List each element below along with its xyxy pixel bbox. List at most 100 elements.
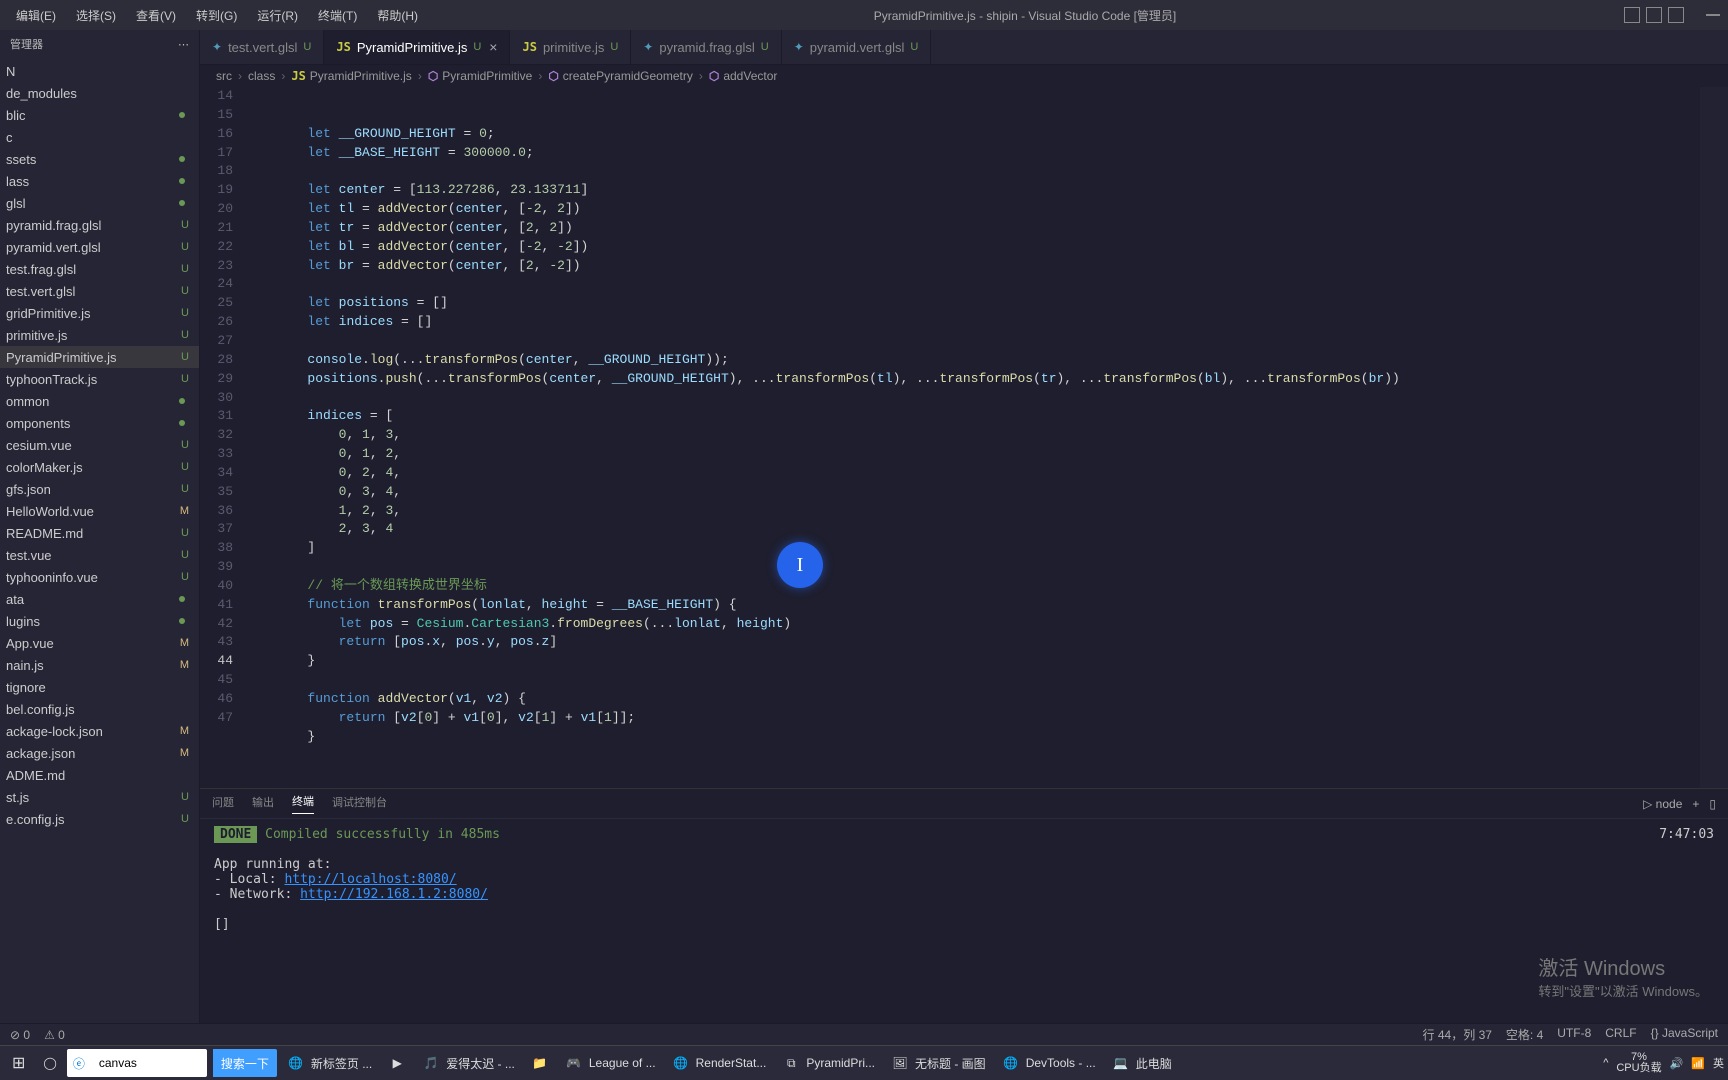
code-content[interactable]: let __GROUND_HEIGHT = 0; let __BASE_HEIG… bbox=[245, 87, 1728, 788]
editor-tab[interactable]: ✦pyramid.frag.glslU bbox=[631, 30, 781, 64]
menu-item[interactable]: 编辑(E) bbox=[8, 3, 64, 28]
file-tree-item[interactable]: test.vueU bbox=[0, 544, 199, 566]
file-tree-item[interactable]: blic bbox=[0, 104, 199, 126]
menu-item[interactable]: 运行(R) bbox=[249, 3, 306, 28]
warnings-count[interactable]: ⚠ 0 bbox=[44, 1028, 65, 1042]
editor-tab[interactable]: JSPyramidPrimitive.jsU× bbox=[324, 30, 510, 64]
taskbar-app[interactable]: 📁 bbox=[523, 1048, 557, 1078]
file-tree-item[interactable]: e.config.jsU bbox=[0, 808, 199, 830]
tray-icon[interactable]: 📶 bbox=[1691, 1057, 1705, 1070]
encoding[interactable]: UTF-8 bbox=[1557, 1026, 1591, 1043]
start-button[interactable]: ⊞ bbox=[4, 1048, 33, 1078]
file-tree-item[interactable]: gfs.jsonU bbox=[0, 478, 199, 500]
menu-item[interactable]: 查看(V) bbox=[128, 3, 184, 28]
menu-item[interactable]: 选择(S) bbox=[68, 3, 124, 28]
layout-icon[interactable] bbox=[1646, 7, 1662, 23]
file-tree-item[interactable]: README.mdU bbox=[0, 522, 199, 544]
taskbar-app[interactable]: ⧉PyramidPri... bbox=[774, 1048, 883, 1078]
file-tree-item[interactable]: de_modules bbox=[0, 82, 199, 104]
editor-tab[interactable]: JSprimitive.jsU bbox=[510, 30, 631, 64]
file-tree-item[interactable]: gridPrimitive.jsU bbox=[0, 302, 199, 324]
panel-tab[interactable]: 问题 bbox=[212, 794, 234, 814]
editor-tab[interactable]: ✦test.vert.glslU bbox=[200, 30, 324, 64]
file-tree-item[interactable]: colorMaker.jsU bbox=[0, 456, 199, 478]
panel-tab[interactable]: 终端 bbox=[292, 793, 314, 814]
panel-tab[interactable]: 调试控制台 bbox=[332, 794, 387, 814]
cortana-icon[interactable]: ◯ bbox=[35, 1048, 64, 1078]
errors-count[interactable]: ⊘ 0 bbox=[10, 1028, 30, 1042]
language-mode[interactable]: {} JavaScript bbox=[1651, 1026, 1718, 1043]
file-tree-item[interactable]: lass bbox=[0, 170, 199, 192]
search-button[interactable]: 搜索一下 bbox=[213, 1049, 277, 1077]
file-tree-item[interactable]: omponents bbox=[0, 412, 199, 434]
local-url[interactable]: http://localhost:8080/ bbox=[284, 872, 456, 887]
taskbar-app[interactable]: 🖼无标题 - 画图 bbox=[883, 1048, 994, 1078]
tray-icon[interactable]: 🔊 bbox=[1670, 1057, 1684, 1070]
taskbar-app[interactable]: 💻此电脑 bbox=[1104, 1048, 1180, 1078]
file-tree-item[interactable]: pyramid.frag.glslU bbox=[0, 214, 199, 236]
file-tree-item[interactable]: ssets bbox=[0, 148, 199, 170]
breadcrumb-item[interactable]: addVector bbox=[723, 69, 777, 83]
layout-icon[interactable] bbox=[1668, 7, 1684, 23]
file-tree-item[interactable]: ADME.md bbox=[0, 764, 199, 786]
ime-indicator[interactable]: 英 bbox=[1713, 1055, 1724, 1071]
file-tree-item[interactable]: ommon bbox=[0, 390, 199, 412]
taskbar-app[interactable]: 🌐新标签页 ... bbox=[279, 1048, 380, 1078]
taskbar-app[interactable]: 🌐DevTools - ... bbox=[994, 1048, 1104, 1078]
file-tree-item[interactable]: c bbox=[0, 126, 199, 148]
breadcrumb-item[interactable]: PyramidPrimitive.js bbox=[310, 69, 412, 83]
file-tree-item[interactable]: App.vueM bbox=[0, 632, 199, 654]
file-tree-item[interactable]: tignore bbox=[0, 676, 199, 698]
breadcrumb-item[interactable]: src bbox=[216, 69, 232, 83]
breadcrumb-item[interactable]: class bbox=[248, 69, 275, 83]
file-tree-item[interactable]: PyramidPrimitive.jsU bbox=[0, 346, 199, 368]
file-tree-item[interactable]: typhooninfo.vueU bbox=[0, 566, 199, 588]
search-box-container: ⓔ 搜索一下 bbox=[67, 1048, 277, 1078]
menu-item[interactable]: 终端(T) bbox=[310, 3, 365, 28]
taskbar-app[interactable]: 🌐RenderStat... bbox=[664, 1048, 775, 1078]
close-tab-icon[interactable]: × bbox=[487, 39, 497, 55]
file-tree-item[interactable]: bel.config.js bbox=[0, 698, 199, 720]
add-terminal-icon[interactable]: + bbox=[1692, 797, 1699, 811]
file-tree-item[interactable]: lugins bbox=[0, 610, 199, 632]
taskbar-app[interactable]: ▶ bbox=[380, 1048, 414, 1078]
layout-icon[interactable] bbox=[1624, 7, 1640, 23]
file-tree-item[interactable]: primitive.jsU bbox=[0, 324, 199, 346]
minimize-icon[interactable] bbox=[1706, 14, 1720, 16]
file-tree-item[interactable]: HelloWorld.vueM bbox=[0, 500, 199, 522]
file-tree-item[interactable]: typhoonTrack.jsU bbox=[0, 368, 199, 390]
breadcrumb-item[interactable]: createPyramidGeometry bbox=[563, 69, 693, 83]
file-tree-item[interactable]: nain.jsM bbox=[0, 654, 199, 676]
taskbar-app[interactable]: 🎮League of ... bbox=[557, 1048, 664, 1078]
editor-tab[interactable]: ✦pyramid.vert.glslU bbox=[782, 30, 932, 64]
file-tree-item[interactable]: test.frag.glslU bbox=[0, 258, 199, 280]
file-tree-item[interactable]: glsl bbox=[0, 192, 199, 214]
file-tree-item[interactable]: ata bbox=[0, 588, 199, 610]
split-terminal-icon[interactable]: ▯ bbox=[1709, 797, 1716, 811]
terminal-dropdown[interactable]: ▷ node bbox=[1643, 797, 1682, 811]
network-url[interactable]: http://192.168.1.2:8080/ bbox=[300, 887, 488, 902]
code-editor[interactable]: 1415161718192021222324252627282930313233… bbox=[200, 87, 1728, 788]
file-tree-item[interactable]: ackage-lock.jsonM bbox=[0, 720, 199, 742]
menu-item[interactable]: 帮助(H) bbox=[369, 3, 426, 28]
tray-up-icon[interactable]: ^ bbox=[1603, 1057, 1608, 1069]
more-icon[interactable]: ⋯ bbox=[178, 38, 189, 51]
terminal-output[interactable]: DONE Compiled successfully in 485ms 7:47… bbox=[200, 819, 1728, 1023]
indent-setting[interactable]: 空格: 4 bbox=[1506, 1026, 1543, 1043]
minimap[interactable] bbox=[1700, 87, 1728, 788]
eol[interactable]: CRLF bbox=[1605, 1026, 1636, 1043]
file-tree-item[interactable]: st.jsU bbox=[0, 786, 199, 808]
breadcrumb-item[interactable]: PyramidPrimitive bbox=[442, 69, 532, 83]
file-tree-item[interactable]: test.vert.glslU bbox=[0, 280, 199, 302]
system-tray[interactable]: ^ 7% CPU负载 🔊 📶 英 bbox=[1603, 1052, 1724, 1074]
file-tree-item[interactable]: cesium.vueU bbox=[0, 434, 199, 456]
menu-item[interactable]: 转到(G) bbox=[188, 3, 245, 28]
taskbar-app[interactable]: 🎵爱得太迟 - ... bbox=[414, 1048, 523, 1078]
file-tree-item[interactable]: ackage.jsonM bbox=[0, 742, 199, 764]
window-title: PyramidPrimitive.js - shipin - Visual St… bbox=[426, 7, 1624, 24]
file-tree-item[interactable]: N bbox=[0, 60, 199, 82]
panel-tab[interactable]: 输出 bbox=[252, 794, 274, 814]
cursor-position[interactable]: 行 44，列 37 bbox=[1423, 1026, 1492, 1043]
file-tree-item[interactable]: pyramid.vert.glslU bbox=[0, 236, 199, 258]
breadcrumbs[interactable]: src›class›JSPyramidPrimitive.js›⬡Pyramid… bbox=[200, 65, 1728, 87]
